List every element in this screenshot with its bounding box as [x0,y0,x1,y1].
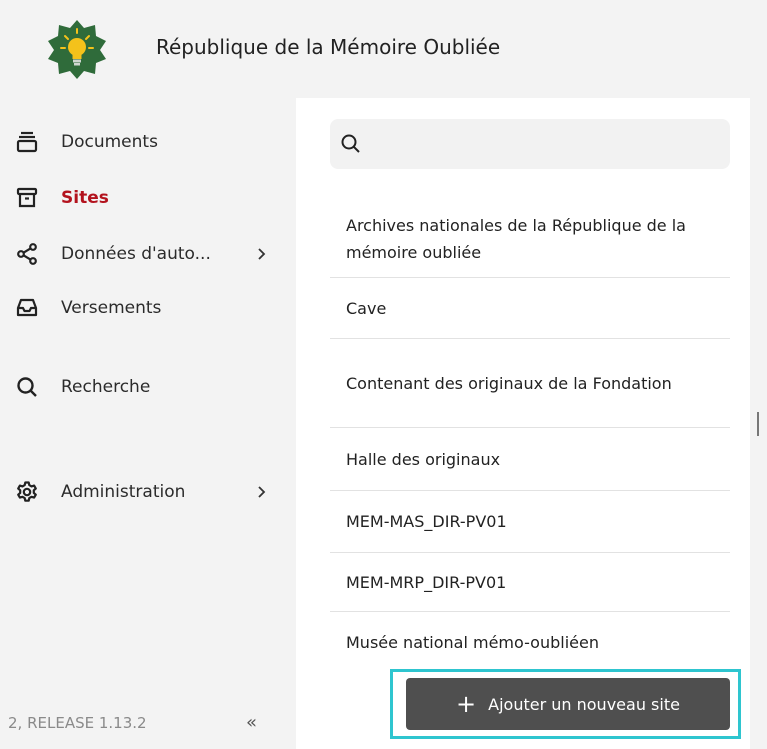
collapse-sidebar-button[interactable]: « [246,712,257,733]
sidebar-item-label: Administration [61,482,186,502]
site-list-item[interactable]: Contenant des originaux de la Fondation [330,339,730,428]
lightbulb-logo-icon [48,20,106,79]
chevron-right-icon [254,484,270,500]
sites-panel: Archives nationales de la République de … [296,98,750,749]
sidebar-item-label: Versements [61,298,162,318]
add-new-site-button[interactable]: + Ajouter un nouveau site [406,678,730,730]
search-input[interactable] [370,119,724,171]
search-box [330,119,730,171]
sidebar-item-label: Documents [61,132,158,152]
add-site-label: Ajouter un nouveau site [488,694,680,714]
sidebar-item-label: Recherche [61,377,151,397]
share-nodes-icon [15,242,39,266]
site-list-item[interactable]: MEM-MAS_DIR-PV01 [330,491,730,553]
scrollbar-handle[interactable] [757,412,759,436]
sidebar-item-label: Données d'auto... [61,244,211,264]
app-title: République de la Mémoire Oubliée [156,35,501,59]
sidebar-item-sites[interactable]: Sites [0,178,296,218]
sidebar-item-administration[interactable]: Administration [0,472,296,512]
site-list-item[interactable]: Cave [330,278,730,339]
plus-icon: + [456,690,477,718]
sidebar-item-versements[interactable]: Versements [0,288,296,328]
archive-box-icon [15,186,39,210]
sidebar-item-recherche[interactable]: Recherche [0,367,296,407]
stacked-documents-icon [15,130,39,154]
inbox-tray-icon [15,296,39,320]
app-header: République de la Mémoire Oubliée [0,0,767,98]
site-list-item[interactable]: MEM-MRP_DIR-PV01 [330,553,730,612]
sidebar: Documents Sites Données d'auto... Versem… [0,98,296,749]
sidebar-item-documents[interactable]: Documents [0,122,296,162]
site-list-item[interactable]: Musée national mémo-oubliéen [330,612,730,672]
sidebar-item-donnees-autorite[interactable]: Données d'auto... [0,234,296,274]
search-icon [15,375,39,399]
search-icon [341,134,360,153]
release-version: 2, RELEASE 1.13.2 [8,714,147,732]
gear-icon [15,480,39,504]
site-list-item[interactable]: Halle des originaux [330,428,730,491]
chevron-right-icon [254,246,270,262]
sidebar-item-label: Sites [61,188,109,208]
site-list-item[interactable]: Archives nationales de la République de … [330,200,730,278]
